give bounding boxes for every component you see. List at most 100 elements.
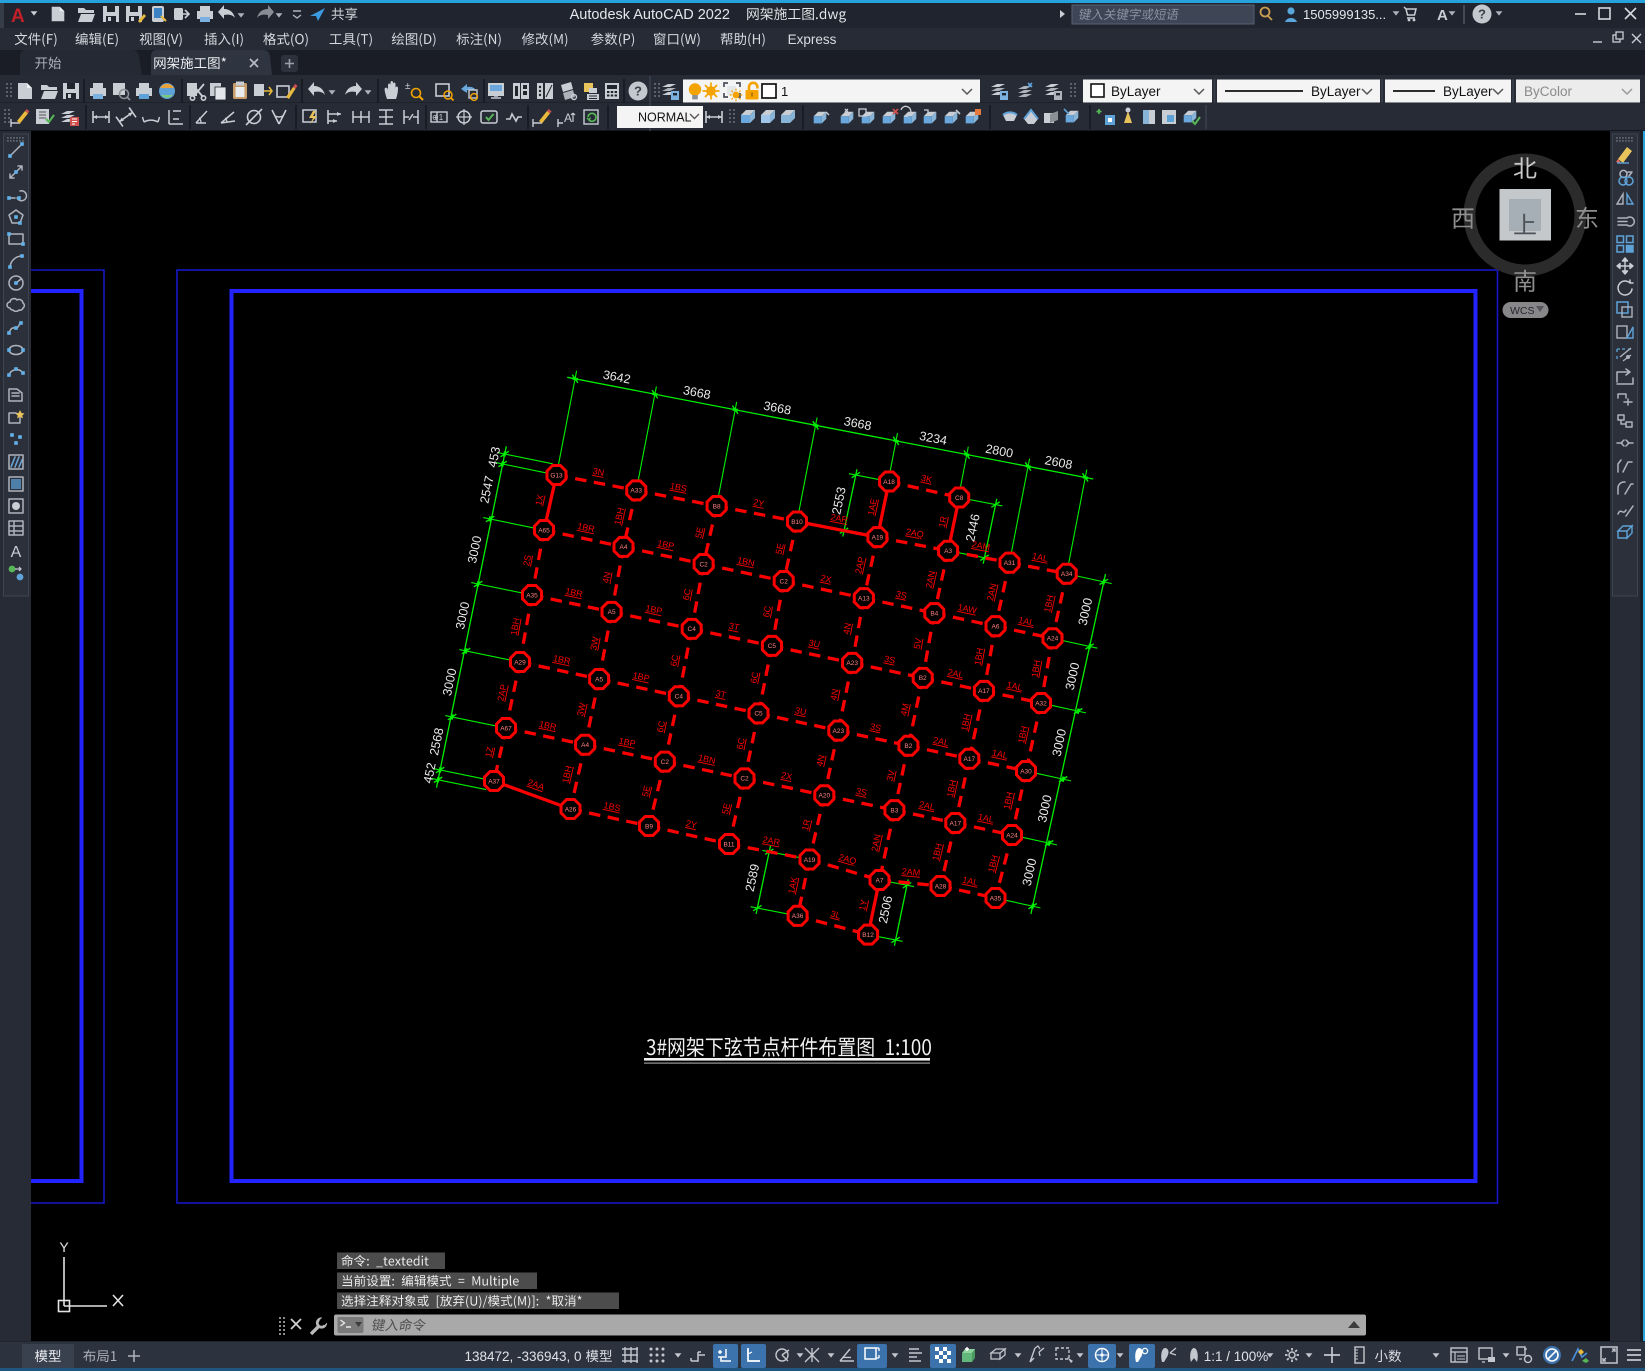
svg-text:A6: A6 xyxy=(992,624,1000,631)
svg-text:1AL: 1AL xyxy=(961,875,979,888)
svg-text:1BN: 1BN xyxy=(697,753,716,766)
svg-text:2553: 2553 xyxy=(829,486,848,516)
svg-text:2608: 2608 xyxy=(1044,453,1074,472)
svg-text:C2: C2 xyxy=(780,578,789,585)
svg-text:3000: 3000 xyxy=(1020,857,1040,887)
svg-text:1AK: 1AK xyxy=(786,876,799,895)
svg-text:1BH: 1BH xyxy=(945,779,959,798)
svg-text:1BR: 1BR xyxy=(552,653,572,667)
svg-text:1AL: 1AL xyxy=(1031,551,1049,564)
svg-text:6C: 6C xyxy=(655,719,667,733)
svg-text:A23: A23 xyxy=(833,728,845,735)
svg-text:B4: B4 xyxy=(930,610,938,617)
svg-text:2Y: 2Y xyxy=(753,497,766,509)
svg-text:1AW: 1AW xyxy=(957,602,978,616)
svg-text:6C: 6C xyxy=(735,736,747,750)
svg-text:2AN: 2AN xyxy=(869,833,882,852)
svg-text:A7: A7 xyxy=(876,877,884,884)
svg-text:3S: 3S xyxy=(869,721,882,733)
svg-text:C8: C8 xyxy=(955,495,964,502)
svg-text:4N: 4N xyxy=(828,688,840,701)
svg-text:1BR: 1BR xyxy=(564,586,584,600)
svg-text:A4: A4 xyxy=(581,742,589,749)
svg-text:1BH: 1BH xyxy=(509,617,522,636)
svg-text:6C: 6C xyxy=(668,653,680,667)
svg-text:A19: A19 xyxy=(804,857,816,864)
svg-text:1BH: 1BH xyxy=(1016,725,1030,744)
svg-text:G13: G13 xyxy=(550,472,563,479)
svg-text:3234: 3234 xyxy=(918,429,948,448)
svg-text:2S: 2S xyxy=(521,554,533,567)
svg-text:2800: 2800 xyxy=(984,442,1014,461)
svg-text:1BH: 1BH xyxy=(560,765,574,784)
svg-text:2Y: 2Y xyxy=(685,818,698,830)
svg-text:C2: C2 xyxy=(740,776,749,783)
svg-text:3S: 3S xyxy=(855,786,868,798)
svg-text:3S: 3S xyxy=(883,654,896,666)
svg-text:1AL: 1AL xyxy=(977,812,995,825)
svg-text:B11: B11 xyxy=(723,841,734,848)
svg-text:1R: 1R xyxy=(937,515,949,529)
svg-text:1BN: 1BN xyxy=(736,555,755,568)
svg-text:6C: 6C xyxy=(681,587,693,601)
svg-text:1Z: 1Z xyxy=(483,745,495,758)
svg-text:1AL: 1AL xyxy=(1017,615,1035,628)
svg-text:1BP: 1BP xyxy=(645,603,664,616)
svg-text:A29: A29 xyxy=(514,659,526,666)
svg-text:A65: A65 xyxy=(538,527,550,534)
svg-text:3K: 3K xyxy=(920,473,933,485)
svg-text:3668: 3668 xyxy=(682,383,712,402)
svg-text:A23: A23 xyxy=(846,660,858,667)
svg-text:A28: A28 xyxy=(935,883,947,890)
svg-text:C5: C5 xyxy=(768,643,777,650)
svg-text:3000: 3000 xyxy=(1050,728,1070,758)
svg-text:1AE: 1AE xyxy=(866,498,879,517)
svg-text:A17: A17 xyxy=(964,756,976,763)
svg-text:A20: A20 xyxy=(819,793,831,800)
svg-text:1BH: 1BH xyxy=(986,854,1000,873)
svg-text:1BS: 1BS xyxy=(603,800,622,813)
svg-text:2AR: 2AR xyxy=(830,512,850,525)
svg-text:453: 453 xyxy=(485,445,503,468)
svg-text:3L: 3L xyxy=(830,908,842,920)
svg-text:3668: 3668 xyxy=(843,414,873,433)
svg-text:A17: A17 xyxy=(950,820,962,827)
svg-text:3642: 3642 xyxy=(602,368,632,387)
svg-text:Y: Y xyxy=(59,1239,69,1255)
svg-text:1AL: 1AL xyxy=(1006,680,1024,693)
svg-text:2547: 2547 xyxy=(477,475,496,505)
svg-text:A30: A30 xyxy=(1020,768,1032,775)
svg-text:A18: A18 xyxy=(883,479,895,486)
svg-text:1BH: 1BH xyxy=(930,842,944,861)
svg-text:2506: 2506 xyxy=(876,894,895,924)
svg-text:C4: C4 xyxy=(675,694,684,701)
svg-text:A24: A24 xyxy=(1006,832,1018,839)
svg-text:1BR: 1BR xyxy=(576,521,596,535)
svg-text:3000: 3000 xyxy=(440,667,459,697)
svg-text:4N: 4N xyxy=(601,571,613,584)
svg-text:A35: A35 xyxy=(526,592,538,599)
svg-text:5E: 5E xyxy=(693,526,705,539)
svg-text:A31: A31 xyxy=(1004,560,1016,567)
svg-text:3N: 3N xyxy=(592,466,605,478)
svg-text:2446: 2446 xyxy=(963,513,982,543)
svg-text:B2: B2 xyxy=(904,743,912,750)
svg-text:A34: A34 xyxy=(1061,571,1073,578)
svg-text:C4: C4 xyxy=(688,626,697,633)
svg-text:3V: 3V xyxy=(885,769,897,782)
svg-text:1BS: 1BS xyxy=(669,481,688,494)
svg-text:1BH: 1BH xyxy=(1029,659,1042,678)
svg-text:A26: A26 xyxy=(565,806,577,813)
svg-text:452: 452 xyxy=(421,761,439,784)
svg-text:B9: B9 xyxy=(645,823,653,830)
svg-text:3W: 3W xyxy=(588,635,600,651)
svg-text:3T: 3T xyxy=(728,621,741,633)
svg-text:A33: A33 xyxy=(630,488,642,495)
svg-text:A19: A19 xyxy=(872,534,884,541)
svg-text:3U: 3U xyxy=(794,705,807,717)
svg-text:6C: 6C xyxy=(748,670,760,684)
svg-text:1AL: 1AL xyxy=(991,748,1009,761)
svg-text:3U: 3U xyxy=(808,638,821,650)
svg-text:4N: 4N xyxy=(814,754,826,767)
svg-text:2AM: 2AM xyxy=(901,866,920,878)
